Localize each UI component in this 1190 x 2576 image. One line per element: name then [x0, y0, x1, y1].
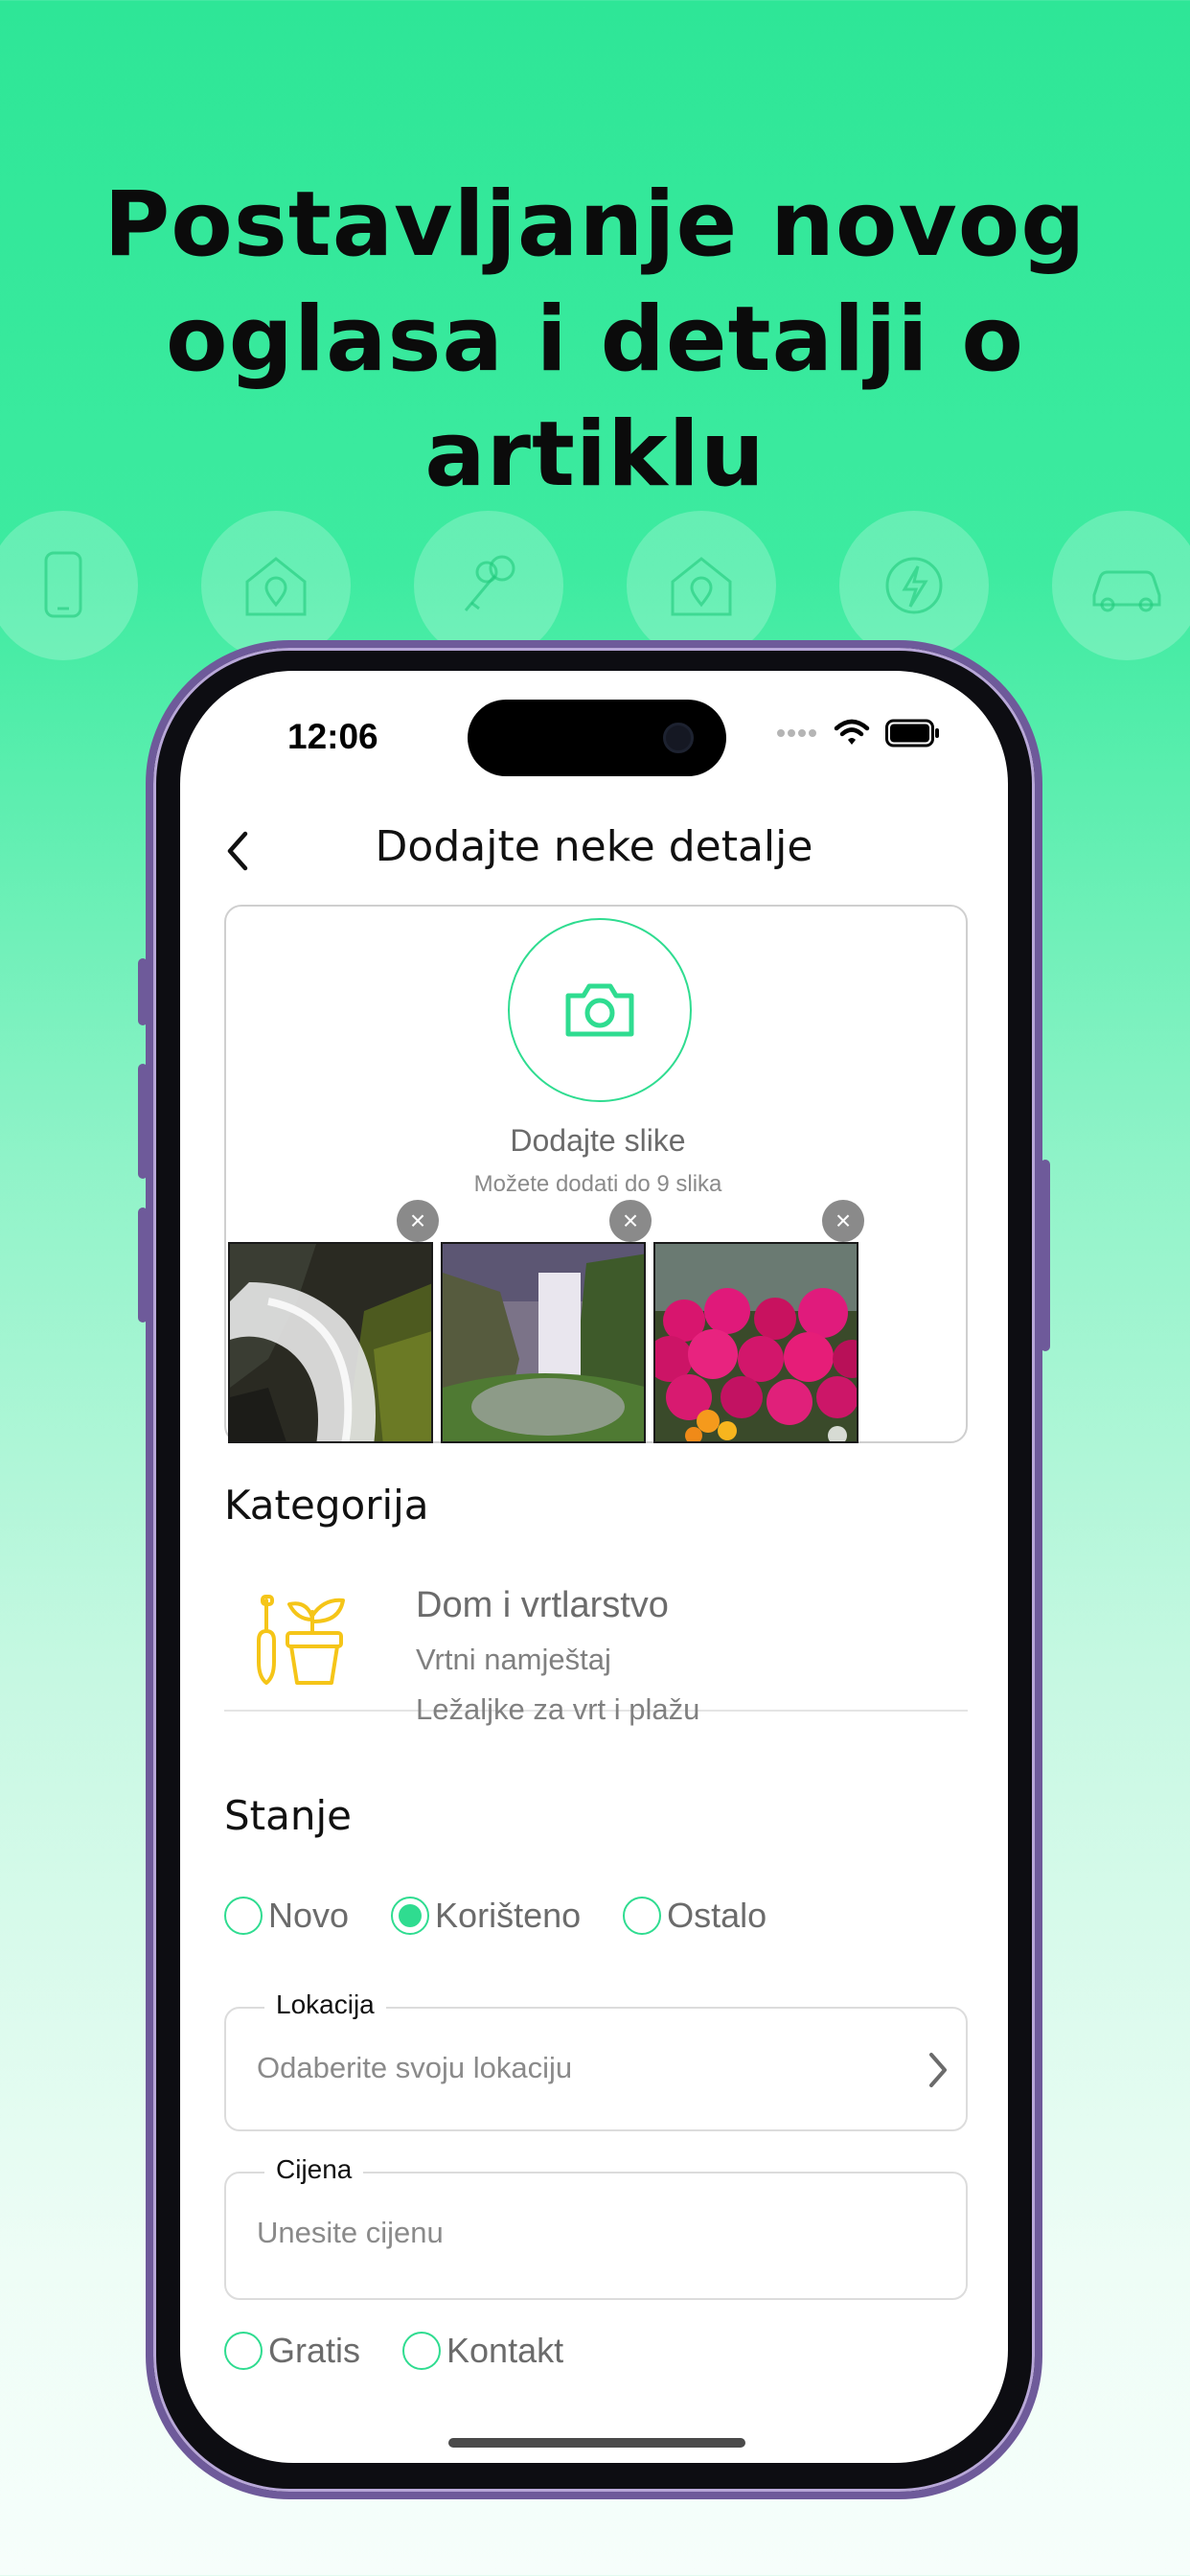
- chevron-right-icon: [929, 2053, 947, 2087]
- camera-icon: [565, 983, 634, 1037]
- condition-radio-group: Novo Korišteno Ostalo: [224, 1896, 809, 1936]
- radio-circle: [224, 1897, 263, 1935]
- radio-circle: [402, 2332, 442, 2370]
- photo-thumbnail[interactable]: [228, 1242, 433, 1443]
- battery-icon: [885, 719, 939, 748]
- location-field[interactable]: Lokacija Odaberite svoju lokaciju: [224, 1990, 968, 2131]
- add-photos-button[interactable]: [508, 918, 692, 1102]
- radio-circle-selected: [391, 1897, 430, 1935]
- remove-photo-button[interactable]: ×: [822, 1200, 864, 1242]
- category-subcategory: Vrtni namještaj: [416, 1643, 611, 1676]
- status-indicators: [776, 719, 941, 748]
- photo-thumbnail[interactable]: [441, 1242, 646, 1443]
- radio-koristeno[interactable]: Korišteno: [391, 1896, 581, 1936]
- radio-gratis[interactable]: Gratis: [224, 2331, 360, 2371]
- radio-label: Gratis: [268, 2331, 361, 2370]
- hero-title: Postavljanje novog oglasa i detalji o ar…: [0, 168, 1190, 513]
- radio-ostalo[interactable]: Ostalo: [623, 1896, 767, 1936]
- keys-icon: [414, 511, 563, 660]
- canyon-waterfall-photo: [443, 1244, 644, 1441]
- price-field-label: Cijena: [264, 2154, 364, 2185]
- price-options-group: Gratis Kontakt: [224, 2331, 606, 2371]
- waterfall-photo: [230, 1244, 431, 1441]
- home-indicator[interactable]: [448, 2438, 745, 2448]
- radio-label: Ostalo: [667, 1896, 767, 1935]
- front-camera: [663, 723, 694, 753]
- dynamic-island: [468, 700, 726, 776]
- phone-screen: 12:06 Dodajte neke detalje Dodajte slike…: [180, 671, 1008, 2463]
- price-field-placeholder: Unesite cijenu: [257, 2216, 444, 2249]
- radio-label: Novo: [268, 1896, 350, 1935]
- category-main: Dom i vrtlarstvo: [416, 1585, 669, 1625]
- category-section-title: Kategorija: [224, 1482, 429, 1529]
- house-location-icon: [627, 511, 776, 660]
- remove-photo-button[interactable]: ×: [609, 1200, 652, 1242]
- radio-kontakt[interactable]: Kontakt: [402, 2331, 563, 2371]
- garden-plant-icon: [257, 1595, 345, 1685]
- flowers-photo: [655, 1244, 857, 1441]
- location-field-label: Lokacija: [264, 1990, 386, 2020]
- photo-thumbnail[interactable]: [653, 1242, 858, 1443]
- radio-circle: [224, 2332, 263, 2370]
- status-time: 12:06: [287, 717, 378, 756]
- hero-title-line-2: oglasa i detalji o artiklu: [166, 288, 1024, 507]
- category-selector[interactable]: Dom i vrtlarstvo Vrtni namještaj Ležaljk…: [224, 1576, 968, 1726]
- remove-photo-button[interactable]: ×: [397, 1200, 439, 1242]
- energy-icon: [839, 511, 989, 660]
- hero-title-line-1: Postavljanje novog: [103, 172, 1087, 277]
- house-location-icon: [201, 511, 351, 660]
- upload-subtitle: Možete dodati do 9 slika: [473, 1171, 722, 1197]
- price-field[interactable]: Cijena Unesite cijenu: [224, 2154, 968, 2300]
- radio-label: Korišteno: [435, 1896, 582, 1935]
- page-title: Dodajte neke detalje: [375, 822, 813, 871]
- car-icon: [1052, 511, 1190, 660]
- radio-label: Kontakt: [446, 2331, 564, 2370]
- category-subsubcategory: Ležaljke za vrt i plažu: [416, 1692, 700, 1726]
- image-upload-box: Dodajte slike Možete dodati do 9 slika ×…: [224, 905, 968, 1443]
- location-field-placeholder: Odaberite svoju lokaciju: [257, 2051, 573, 2084]
- signal-icon: [777, 729, 816, 737]
- radio-novo[interactable]: Novo: [224, 1896, 349, 1936]
- phone-icon: [0, 511, 138, 660]
- radio-circle: [623, 1897, 662, 1935]
- wifi-icon: [834, 719, 870, 745]
- condition-section-title: Stanje: [224, 1792, 352, 1839]
- upload-title: Dodajte slike: [510, 1123, 686, 1158]
